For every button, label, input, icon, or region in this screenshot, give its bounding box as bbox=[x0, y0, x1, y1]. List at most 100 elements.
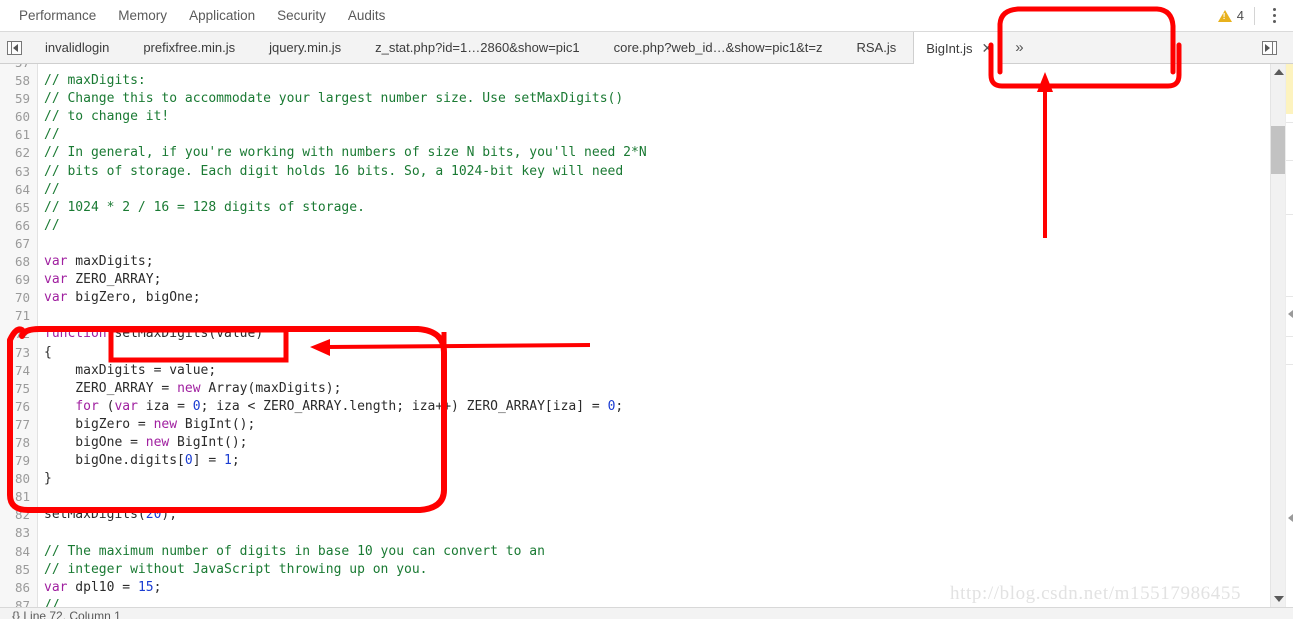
code-line[interactable]: 58 // maxDigits: bbox=[0, 72, 1293, 90]
code-token: ZERO_ARRAY; bbox=[67, 272, 162, 288]
code-token: iza = bbox=[137, 398, 193, 414]
code-token: setMaxDigits(value) bbox=[106, 326, 264, 342]
file-tab-zstat[interactable]: z_stat.php?id=1…2860&show=pic1 bbox=[358, 32, 597, 63]
code-line[interactable]: 81 bbox=[0, 488, 1293, 506]
code-line[interactable]: 75 ZERO_ARRAY = new Array(maxDigits); bbox=[0, 380, 1293, 398]
line-number: 76 bbox=[14, 398, 30, 414]
warning-indicator[interactable]: 4 bbox=[1217, 6, 1255, 25]
code-line[interactable]: 67 bbox=[0, 235, 1293, 253]
file-tab-invalidlogin[interactable]: invalidlogin bbox=[28, 32, 126, 63]
line-number: 64 bbox=[14, 181, 30, 197]
code-line[interactable]: 77 bigZero = new BigInt(); bbox=[0, 416, 1293, 434]
code-line[interactable]: 74 maxDigits = value; bbox=[0, 362, 1293, 380]
file-tabstrip: invalidlogin prefixfree.min.js jquery.mi… bbox=[0, 32, 1293, 64]
line-text: // In general, if you're working with nu… bbox=[44, 144, 647, 162]
menubar-right-group: 4 bbox=[1217, 0, 1293, 31]
code-line[interactable]: 65 // 1024 * 2 / 16 = 128 digits of stora… bbox=[0, 199, 1293, 217]
code-line[interactable]: 69 var ZERO_ARRAY; bbox=[0, 271, 1293, 289]
code-line[interactable]: 60 // to change it! bbox=[0, 108, 1293, 126]
code-token: // bits of storage. Each digit holds 16 … bbox=[44, 163, 624, 179]
code-token: ; bbox=[231, 453, 240, 469]
line-text: // 1024 * 2 / 16 = 128 digits of storage… bbox=[44, 199, 365, 217]
line-number: 58 bbox=[14, 73, 30, 89]
marker-tick bbox=[1286, 296, 1293, 297]
code-token: // 1024 * 2 / 16 = 128 digits of storage… bbox=[44, 199, 365, 215]
code-line[interactable]: 68 var maxDigits; bbox=[0, 253, 1293, 271]
editor-vertical-scrollbar[interactable] bbox=[1270, 64, 1286, 607]
code-line[interactable]: 79 bigOne.digits[0] = 1; bbox=[0, 452, 1293, 470]
code-token: for bbox=[75, 398, 99, 414]
line-number: 59 bbox=[14, 91, 30, 107]
close-icon[interactable]: ✕ bbox=[981, 41, 993, 55]
code-token: // The maximum number of digits in base … bbox=[44, 543, 545, 559]
tab-overflow-button[interactable]: » bbox=[1002, 32, 1036, 63]
code-line[interactable]: 85 // integer without JavaScript throwing… bbox=[0, 561, 1293, 579]
code-line[interactable]: 82 setMaxDigits(20); bbox=[0, 506, 1293, 524]
scroll-thumb[interactable] bbox=[1271, 126, 1286, 174]
code-line[interactable]: 83 bbox=[0, 524, 1293, 542]
code-content[interactable]: 5758 // maxDigits: 59 // Change this to acc… bbox=[0, 64, 1293, 607]
code-line[interactable]: 80} bbox=[0, 470, 1293, 488]
panel-menubar: Performance Memory Application Security … bbox=[0, 0, 1293, 32]
line-number: 87 bbox=[14, 597, 30, 607]
code-token: // bbox=[44, 127, 60, 143]
code-token: bigZero, bigOne; bbox=[67, 290, 201, 306]
show-navigator-icon[interactable] bbox=[0, 32, 28, 63]
code-line[interactable]: 70 var bigZero, bigOne; bbox=[0, 289, 1293, 307]
source-code-editor[interactable]: 5758 // maxDigits: 59 // Change this to acc… bbox=[0, 64, 1293, 607]
line-text: setMaxDigits(20); bbox=[44, 506, 177, 524]
line-text: // bbox=[44, 217, 60, 235]
kebab-menu-icon[interactable] bbox=[1264, 6, 1284, 26]
code-line[interactable]: 76 for (var iza = 0; iza < ZERO_ARRAY.le… bbox=[0, 398, 1293, 416]
code-line[interactable]: 71 bbox=[0, 307, 1293, 325]
line-number: 67 bbox=[14, 235, 30, 251]
code-token: 0 bbox=[184, 453, 193, 469]
line-number: 57 bbox=[0, 64, 30, 72]
code-token: // In general, if you're working with nu… bbox=[44, 145, 647, 161]
code-line[interactable]: 66 // bbox=[0, 217, 1293, 235]
code-token: 20 bbox=[145, 507, 162, 523]
code-line[interactable]: 73 { bbox=[0, 344, 1293, 362]
scroll-down-arrow-icon[interactable] bbox=[1271, 591, 1286, 607]
panel-tab-audits[interactable]: Audits bbox=[337, 0, 397, 31]
panel-tab-memory[interactable]: Memory bbox=[107, 0, 178, 31]
code-line[interactable]: 63 // bits of storage. Each digit holds 1… bbox=[0, 163, 1293, 181]
editor-marker-strip[interactable] bbox=[1285, 64, 1293, 607]
code-token: function bbox=[44, 326, 107, 342]
panel-tab-performance[interactable]: Performance bbox=[8, 0, 107, 31]
line-text: maxDigits = value; bbox=[44, 362, 216, 380]
line-number: 65 bbox=[14, 199, 30, 215]
line-text: // to change it! bbox=[44, 108, 169, 126]
code-line[interactable]: 72 function setMaxDigits(value) bbox=[0, 325, 1293, 343]
code-line[interactable]: 61 // bbox=[0, 126, 1293, 144]
line-number: 70 bbox=[14, 290, 30, 306]
code-token: ); bbox=[161, 507, 178, 523]
statusbar-text: {} Line 72, Column 1 bbox=[12, 609, 121, 619]
code-token: new bbox=[153, 416, 178, 432]
file-tab-jquery[interactable]: jquery.min.js bbox=[252, 32, 358, 63]
code-line[interactable]: 78 bigOne = new BigInt(); bbox=[0, 434, 1293, 452]
line-number: 62 bbox=[14, 145, 30, 161]
panel-tab-application[interactable]: Application bbox=[178, 0, 266, 31]
scroll-up-arrow-icon[interactable] bbox=[1271, 64, 1286, 80]
file-tab-corephp[interactable]: core.php?web_id…&show=pic1&t=z bbox=[597, 32, 840, 63]
line-text: // bbox=[44, 597, 67, 607]
code-line[interactable]: 57 bbox=[0, 64, 1293, 72]
file-tab-list: invalidlogin prefixfree.min.js jquery.mi… bbox=[28, 32, 1255, 64]
code-token: ; iza < ZERO_ARRAY.length; iza++) ZERO_A… bbox=[200, 398, 608, 414]
file-tab-rsa[interactable]: RSA.js bbox=[840, 32, 914, 63]
code-line[interactable]: 64 // bbox=[0, 181, 1293, 199]
file-tab-prefixfree[interactable]: prefixfree.min.js bbox=[126, 32, 252, 63]
code-token: bigZero = bbox=[44, 416, 154, 432]
tabstrip-right-group bbox=[1255, 32, 1293, 63]
line-text: bigZero = new BigInt(); bbox=[44, 416, 255, 434]
code-token: ; bbox=[615, 398, 624, 414]
show-debugger-icon[interactable] bbox=[1255, 40, 1283, 55]
code-line[interactable]: 84 // The maximum number of digits in bas… bbox=[0, 543, 1293, 561]
code-line[interactable]: 62 // In general, if you're working with … bbox=[0, 144, 1293, 162]
code-token: ] = bbox=[192, 453, 225, 469]
code-line[interactable]: 59 // Change this to accommodate your lar… bbox=[0, 90, 1293, 108]
panel-tab-security[interactable]: Security bbox=[266, 0, 337, 31]
file-tab-bigint[interactable]: BigInt.js ✕ bbox=[913, 32, 1003, 64]
line-number: 63 bbox=[14, 163, 30, 179]
